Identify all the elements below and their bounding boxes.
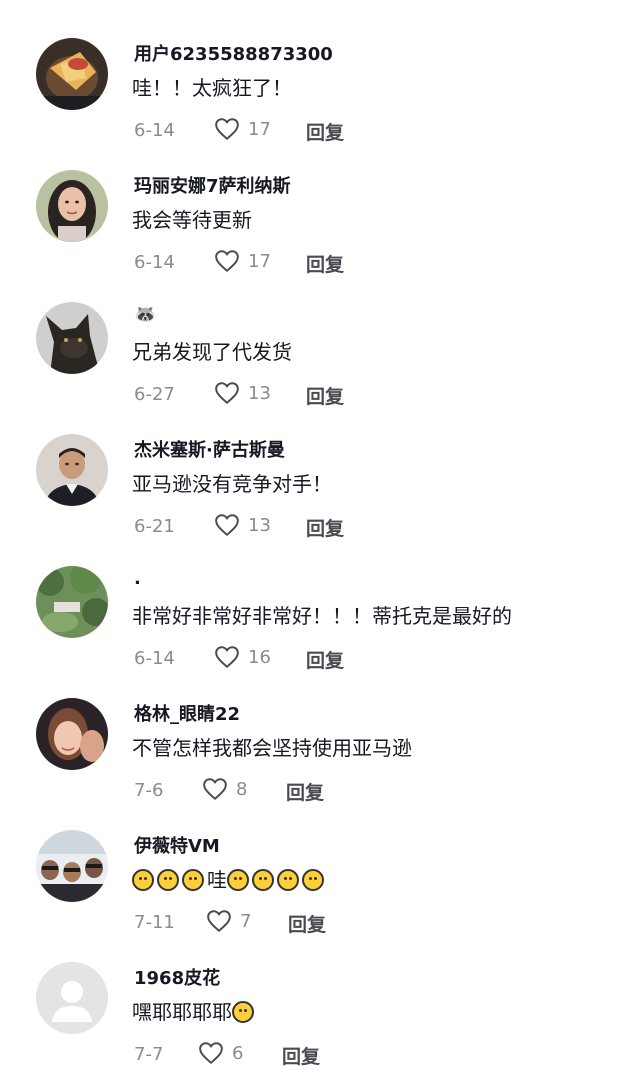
comments-page: · · 用户6235588873300 哇！！太疯狂了！ 6-14 17 回复 <box>0 0 628 1074</box>
comment-text: 亚马逊没有竞争对手！ <box>132 472 332 496</box>
heart-icon <box>215 382 239 404</box>
heart-icon <box>207 910 231 932</box>
comment-date: 7-11 <box>134 912 175 933</box>
heart-icon <box>215 646 239 668</box>
username[interactable]: 伊薇特VM <box>134 832 220 858</box>
like-button[interactable]: 7 <box>206 908 251 934</box>
grin-emoji-icon <box>227 869 249 891</box>
comment-text-word: 哇 <box>207 868 227 892</box>
comment-date: 6-14 <box>134 252 175 273</box>
comment-date: 6-21 <box>134 516 175 537</box>
username[interactable]: 玛丽安娜7萨利纳斯 <box>134 172 291 198</box>
comment-text: 不管怎样我都会坚持使用亚马逊 <box>132 736 412 760</box>
previous-comment-partial: · · <box>130 0 147 9</box>
reply-button[interactable]: 回复 <box>282 1042 320 1069</box>
username[interactable]: . <box>134 568 141 589</box>
grin-emoji-icon <box>277 869 299 891</box>
comment-text: 嘿耶耶耶耶 <box>132 996 257 1025</box>
comment-text-word: 嘿耶耶耶耶 <box>132 1000 232 1024</box>
like-button[interactable]: 8 <box>202 776 247 802</box>
like-button[interactable]: 13 <box>214 380 271 406</box>
woman-portrait-avatar[interactable] <box>36 170 108 242</box>
comment-item: 用户6235588873300 哇！！太疯狂了！ 6-14 17 回复 <box>0 38 628 166</box>
comment-date: 6-27 <box>134 384 175 405</box>
like-count: 13 <box>248 514 271 536</box>
comment-date: 6-14 <box>134 120 175 141</box>
comment-text: 非常好非常好非常好！！！蒂托克是最好的 <box>132 604 512 628</box>
group-photo-avatar[interactable] <box>36 830 108 902</box>
heart-icon <box>215 514 239 536</box>
comment-text: 哇！！太疯狂了！ <box>132 76 292 100</box>
heart-icon <box>199 1042 223 1064</box>
username[interactable]: 用户6235588873300 <box>134 40 333 66</box>
landscape-photo-avatar[interactable] <box>36 566 108 638</box>
man-portrait-avatar[interactable] <box>36 434 108 506</box>
comment-text: 哇 <box>132 864 327 893</box>
reply-button[interactable]: 回复 <box>306 646 344 673</box>
comment-item: 1968皮花 嘿耶耶耶耶 7-7 6 回复 <box>0 962 628 1074</box>
username[interactable]: 🦝 <box>134 304 156 325</box>
reply-button[interactable]: 回复 <box>306 514 344 541</box>
comment-item: 🦝 兄弟发现了代发货 6-27 13 回复 <box>0 302 628 430</box>
comment-item: 杰米塞斯·萨古斯曼 亚马逊没有竞争对手！ 6-21 13 回复 <box>0 434 628 562</box>
grin-emoji-icon <box>302 869 324 891</box>
grin-emoji-icon <box>182 869 204 891</box>
like-button[interactable]: 17 <box>214 248 271 274</box>
like-count: 16 <box>248 646 271 668</box>
default-user-avatar[interactable] <box>36 962 108 1034</box>
like-button[interactable]: 16 <box>214 644 271 670</box>
comment-text: 兄弟发现了代发货 <box>132 340 292 364</box>
username[interactable]: 1968皮花 <box>134 964 220 990</box>
reply-button[interactable]: 回复 <box>306 118 344 145</box>
like-count: 17 <box>248 250 271 272</box>
grin-emoji-icon <box>252 869 274 891</box>
grin-emoji-icon <box>132 869 154 891</box>
heart-icon <box>215 250 239 272</box>
reply-button[interactable]: 回复 <box>306 250 344 277</box>
selfie-photo-avatar[interactable] <box>36 698 108 770</box>
comment-item: 玛丽安娜7萨利纳斯 我会等待更新 6-14 17 回复 <box>0 170 628 298</box>
like-count: 13 <box>248 382 271 404</box>
like-button[interactable]: 13 <box>214 512 271 538</box>
like-count: 17 <box>248 118 271 140</box>
like-count: 6 <box>232 1042 244 1064</box>
heart-icon <box>203 778 227 800</box>
like-button[interactable]: 17 <box>214 116 271 142</box>
comment-date: 7-6 <box>134 780 164 801</box>
reply-button[interactable]: 回复 <box>288 910 326 937</box>
comment-text: 我会等待更新 <box>132 208 252 232</box>
username[interactable]: 格林_眼睛22 <box>134 700 240 726</box>
grin-emoji-icon <box>157 869 179 891</box>
dog-photo-avatar[interactable] <box>36 302 108 374</box>
food-photo-avatar[interactable] <box>36 38 108 110</box>
like-count: 8 <box>236 778 248 800</box>
heart-icon <box>215 118 239 140</box>
grin-emoji-icon <box>232 1001 254 1023</box>
comment-date: 6-14 <box>134 648 175 669</box>
comment-item: 格林_眼睛22 不管怎样我都会坚持使用亚马逊 7-6 8 回复 <box>0 698 628 826</box>
comment-item: 伊薇特VM 哇 7-11 7 回复 <box>0 830 628 958</box>
like-count: 7 <box>240 910 252 932</box>
username[interactable]: 杰米塞斯·萨古斯曼 <box>134 436 285 462</box>
comment-date: 7-7 <box>134 1044 164 1065</box>
comment-item: . 非常好非常好非常好！！！蒂托克是最好的 6-14 16 回复 <box>0 566 628 694</box>
reply-button[interactable]: 回复 <box>286 778 324 805</box>
like-button[interactable]: 6 <box>198 1040 243 1066</box>
reply-button[interactable]: 回复 <box>306 382 344 409</box>
